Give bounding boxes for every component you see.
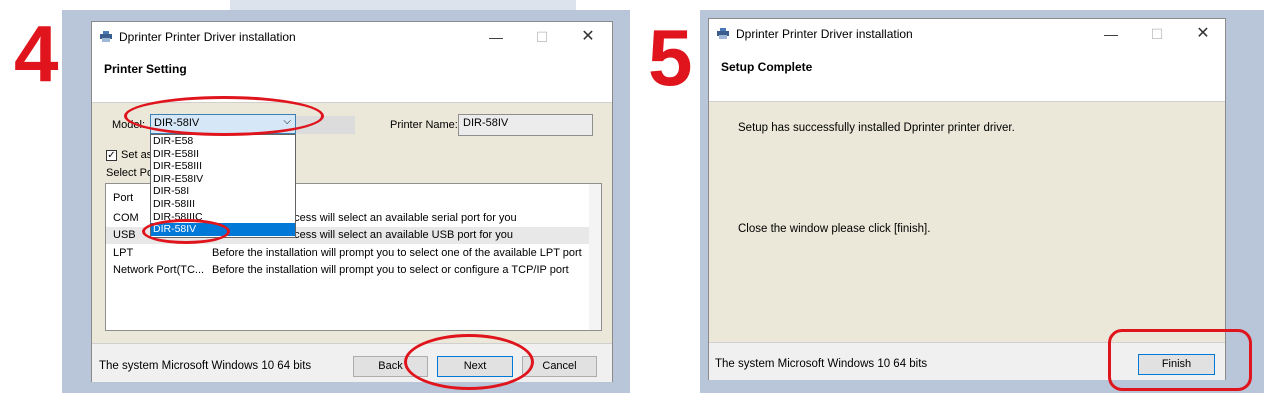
wizard-footer: The system Microsoft Windows 10 64 bits … (92, 343, 612, 382)
highlight-ring-model (124, 96, 324, 136)
installer-window-printer-setting: Dprinter Printer Driver installation — ☐… (91, 21, 613, 382)
printer-name-field[interactable]: DIR-58IV (458, 114, 593, 136)
maximize-icon[interactable]: ☐ (532, 28, 552, 46)
wizard-body: Setup has successfully installed Dprinte… (709, 102, 1225, 342)
select-port-label: Select Po (106, 167, 154, 179)
system-info-text: The system Microsoft Windows 10 64 bits (715, 358, 928, 370)
dropdown-option[interactable]: DIR-E58III (151, 160, 295, 173)
wizard-header: Setup Complete (709, 49, 1225, 102)
title-bar: Dprinter Printer Driver installation — ☐… (709, 19, 1225, 49)
maximize-icon[interactable]: ☐ (1147, 25, 1167, 43)
highlight-ring-selected-model (142, 219, 230, 244)
window-title: Dprinter Printer Driver installation (736, 27, 913, 41)
installer-window-setup-complete: Dprinter Printer Driver installation — ☐… (708, 18, 1226, 380)
window-title: Dprinter Printer Driver installation (119, 30, 296, 44)
close-icon[interactable]: ✕ (578, 28, 598, 46)
port-row-lpt[interactable]: LPT Before the installation will prompt … (106, 245, 601, 262)
step-number-5: 5 (648, 13, 693, 102)
dropdown-option[interactable]: DIR-E58II (151, 148, 295, 161)
minimize-icon[interactable]: — (486, 28, 506, 46)
highlight-ring-finish (1108, 329, 1252, 391)
scrollbar[interactable] (589, 184, 601, 330)
minimize-icon[interactable]: — (1101, 25, 1121, 43)
system-info-text: The system Microsoft Windows 10 64 bits (99, 360, 312, 372)
dropdown-option[interactable]: DIR-58I (151, 185, 295, 198)
highlight-ring-next (404, 334, 534, 390)
top-stripe (230, 0, 576, 10)
dropdown-option[interactable]: DIR-E58 (151, 135, 295, 148)
dropdown-option[interactable]: DIR-58III (151, 198, 295, 211)
set-default-checkbox[interactable]: ✓ (106, 150, 117, 161)
close-instruction: Close the window please click [finish]. (738, 223, 931, 235)
check-icon: ✓ (107, 150, 116, 161)
title-bar: Dprinter Printer Driver installation — ☐… (92, 22, 612, 52)
dropdown-option[interactable]: DIR-E58IV (151, 173, 295, 186)
page-title: Setup Complete (721, 60, 813, 74)
wizard-header: Printer Setting (92, 52, 612, 103)
close-icon[interactable]: ✕ (1193, 25, 1213, 43)
printer-name-label: Printer Name: (390, 119, 458, 131)
port-row-network[interactable]: Network Port(TC... Before the installati… (106, 262, 601, 279)
printer-icon (717, 28, 729, 39)
printer-icon (100, 31, 112, 42)
set-default-label: Set as (121, 149, 153, 161)
success-message: Setup has successfully installed Dprinte… (738, 122, 1015, 134)
page-title: Printer Setting (104, 62, 187, 76)
step-number-4: 4 (14, 9, 59, 98)
